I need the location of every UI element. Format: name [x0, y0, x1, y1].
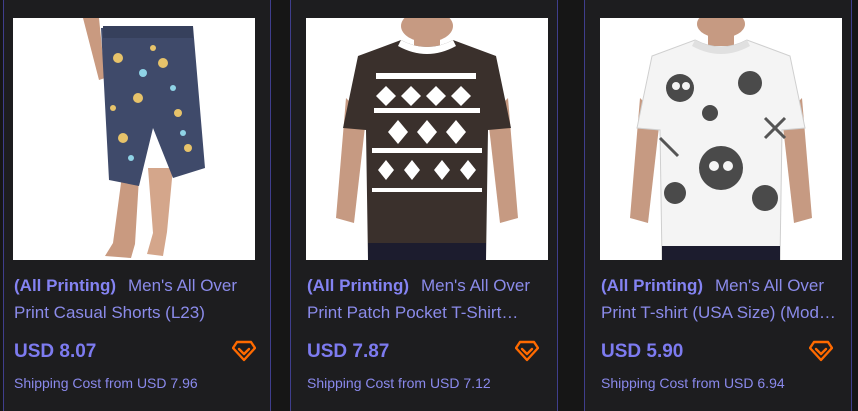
shipping-cost: Shipping Cost from USD 7.96 [14, 375, 198, 391]
product-card[interactable]: (All Printing) Men's All Over Print T-shi… [584, 0, 852, 411]
product-title[interactable]: (All Printing) Men's All Over Print T-shi… [601, 272, 841, 326]
diamond-icon[interactable] [808, 340, 834, 362]
product-title[interactable]: (All Printing) Men's All Over Print Patch… [307, 272, 547, 326]
shipping-cost: Shipping Cost from USD 6.94 [601, 375, 785, 391]
price-row: USD 8.07 [14, 339, 257, 365]
product-title[interactable]: (All Printing) Men's All Over Print Casua… [14, 272, 254, 326]
product-card[interactable]: (All Printing) Men's All Over Print Patch… [290, 0, 558, 411]
product-price: USD 7.87 [307, 341, 390, 362]
product-image-tshirt-skull-print[interactable] [600, 18, 842, 260]
product-price: USD 5.90 [601, 341, 684, 362]
product-card[interactable]: (All Printing) Men's All Over Print Casua… [3, 0, 271, 411]
diamond-icon[interactable] [514, 340, 540, 362]
shipping-cost: Shipping Cost from USD 7.12 [307, 375, 491, 391]
product-image-tshirt-patch-pocket[interactable] [306, 18, 548, 260]
category-tag: (All Printing) [601, 276, 703, 295]
price-row: USD 7.87 [307, 339, 540, 365]
category-tag: (All Printing) [14, 276, 116, 295]
product-price: USD 8.07 [14, 341, 97, 362]
price-row: USD 5.90 [601, 339, 834, 365]
diamond-icon[interactable] [231, 340, 257, 362]
category-tag: (All Printing) [307, 276, 409, 295]
product-grid: (All Printing) Men's All Over Print Casua… [0, 0, 858, 411]
product-image-shorts[interactable] [13, 18, 255, 260]
